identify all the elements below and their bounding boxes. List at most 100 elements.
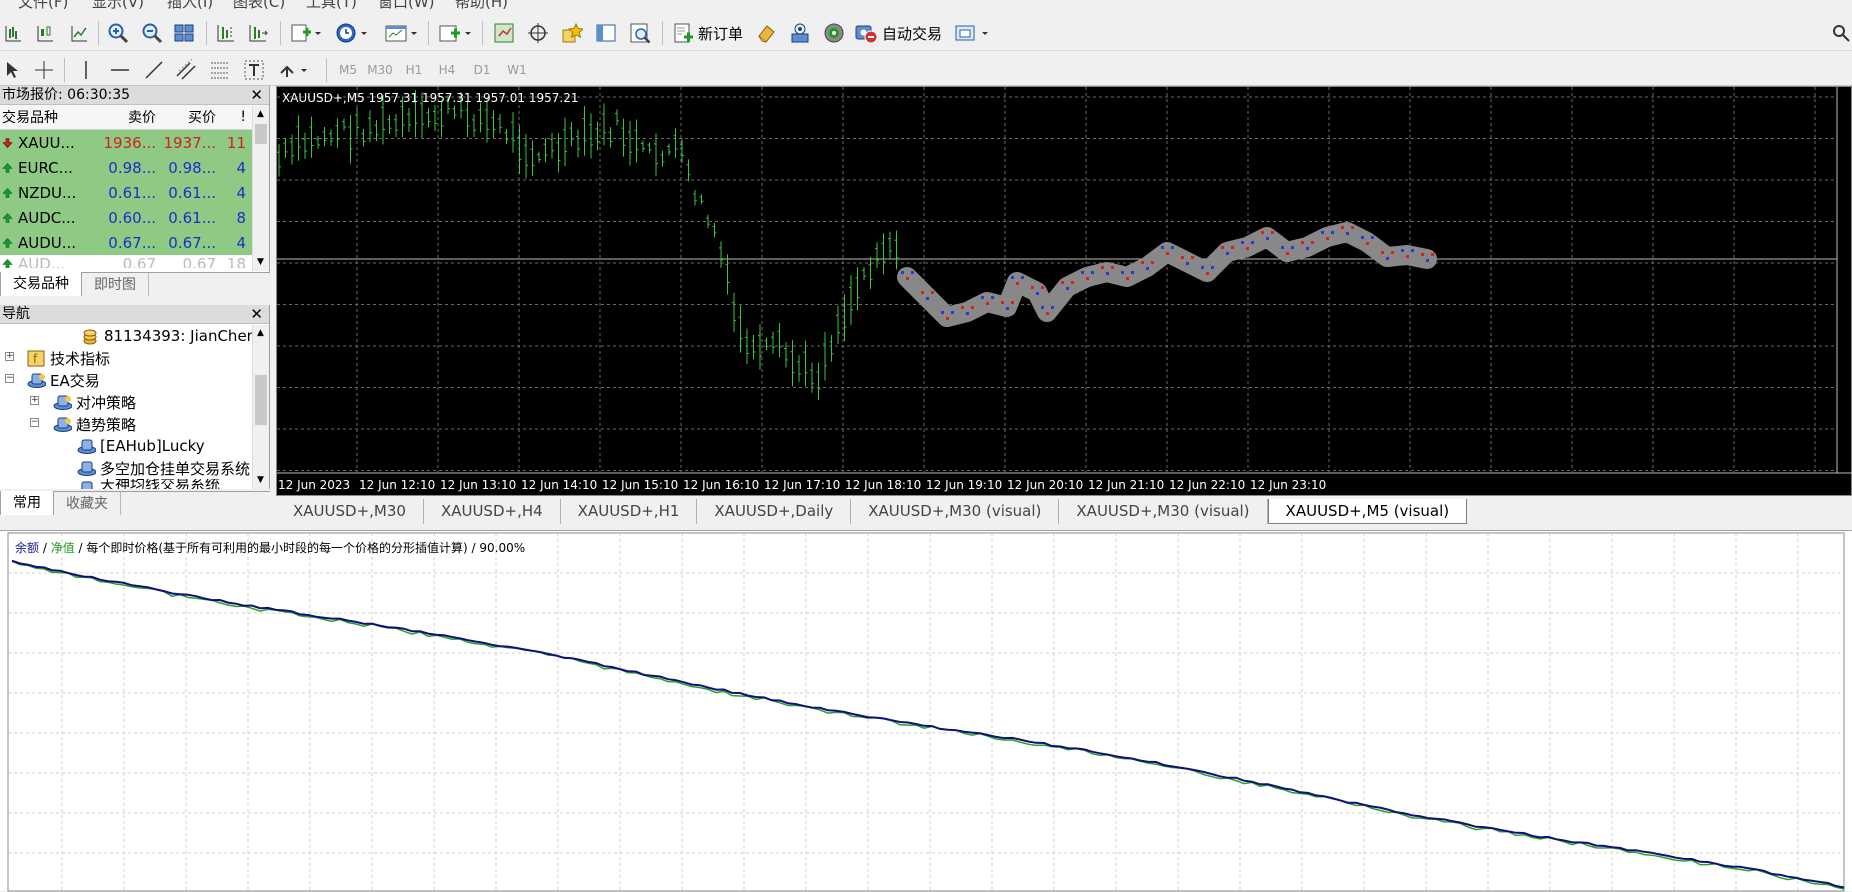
timeframe-m5[interactable]: M5 <box>333 58 363 82</box>
text-tool-icon[interactable] <box>242 58 266 82</box>
scroll-thumb[interactable] <box>255 375 267 425</box>
bar-chart-icon[interactable] <box>2 21 24 45</box>
scroll-down-icon[interactable]: ▼ <box>257 257 264 267</box>
trade-marker <box>931 291 934 294</box>
fibonacci-icon[interactable] <box>208 58 232 82</box>
trade-marker <box>1121 271 1124 274</box>
line-chart-icon[interactable] <box>68 21 90 45</box>
navigator-scrollbar[interactable]: ▲ ▼ <box>252 325 269 489</box>
signals-icon[interactable] <box>788 21 812 45</box>
zoom-in-icon[interactable] <box>106 21 130 45</box>
timeframe-h1[interactable]: H1 <box>399 58 429 82</box>
indicators-dropdown[interactable] <box>288 21 322 45</box>
trendline-icon[interactable] <box>142 58 166 82</box>
new-chart-dropdown[interactable] <box>436 21 474 45</box>
menu-help[interactable]: 帮助(H) <box>455 0 508 12</box>
scroll-up-icon[interactable]: ▲ <box>257 328 264 338</box>
trade-marker <box>1346 232 1349 235</box>
auto-trading-button[interactable]: 自动交易 <box>854 21 950 45</box>
chart-tab[interactable]: XAUUSD+,H4 <box>424 499 561 524</box>
menu-tools[interactable]: 工具(T) <box>306 0 357 12</box>
terminal-window-icon[interactable] <box>594 21 618 45</box>
search-icon[interactable] <box>1830 21 1852 45</box>
nav-indicators[interactable]: f 技术指标 <box>26 347 110 369</box>
trade-marker <box>1271 231 1274 234</box>
col-spread[interactable]: ! <box>216 109 246 125</box>
menu-view[interactable]: 显示(V) <box>92 0 144 12</box>
chart-tab[interactable]: XAUUSD+,M30 <box>276 499 424 524</box>
scroll-up-icon[interactable]: ▲ <box>257 109 264 119</box>
menu-insert[interactable]: 插入(I) <box>167 0 213 12</box>
channel-icon[interactable] <box>174 58 198 82</box>
col-symbol[interactable]: 交易品种 <box>0 107 96 127</box>
navigator-star-icon[interactable] <box>560 21 584 45</box>
periods-clock-dropdown[interactable] <box>334 21 370 45</box>
nav-expert-advisors[interactable]: EA交易 <box>26 369 100 391</box>
tab-tick-chart[interactable]: 即时图 <box>82 273 149 296</box>
zoom-out-icon[interactable] <box>140 21 164 45</box>
chart-shift-icon[interactable] <box>214 21 238 45</box>
nav-hedge-strategy[interactable]: 对冲策略 <box>52 391 136 413</box>
cursor-icon[interactable] <box>2 58 22 82</box>
close-icon[interactable]: ✕ <box>250 305 263 324</box>
data-window-crosshair-icon[interactable] <box>526 21 550 45</box>
nav-trend-strategy[interactable]: 趋势策略 <box>52 413 136 435</box>
tab-symbols[interactable]: 交易品种 <box>0 272 82 296</box>
col-ask[interactable]: 买价 <box>156 107 216 127</box>
horizontal-line-icon[interactable] <box>108 58 132 82</box>
market-globe-icon[interactable] <box>822 21 846 45</box>
expand-indicators-icon[interactable]: + <box>5 352 14 361</box>
price-chart-canvas[interactable] <box>277 87 1852 497</box>
menu-chart[interactable]: 图表(C) <box>233 0 285 12</box>
collapse-ea-icon[interactable]: − <box>5 374 14 383</box>
timeframe-d1[interactable]: D1 <box>467 58 497 82</box>
market-watch-row[interactable]: XAUU... 1936... 1937... 11 <box>0 130 269 155</box>
market-watch-row[interactable]: NZDU... 0.61... 0.61... 4 <box>0 180 269 205</box>
price-chart[interactable]: XAUUSD+,M5 1957.31 1957.31 1957.01 1957.… <box>276 86 1852 496</box>
menu-file[interactable]: 文件(F) <box>18 0 68 12</box>
tile-windows-icon[interactable] <box>172 21 196 45</box>
nav-ea-grid[interactable]: 多空加仓挂单交易系统 <box>76 457 252 479</box>
menu-window[interactable]: 窗口(W) <box>378 0 435 12</box>
scroll-down-icon[interactable]: ▼ <box>257 475 264 485</box>
market-watch-row[interactable]: AUD... 0.67 0.67 18 <box>0 255 269 268</box>
auto-scroll-icon[interactable] <box>246 21 270 45</box>
chart-tab[interactable]: XAUUSD+,Daily <box>697 499 852 524</box>
close-icon[interactable]: ✕ <box>250 86 263 105</box>
options-dropdown[interactable] <box>952 21 992 45</box>
tab-common[interactable]: 常用 <box>0 491 54 515</box>
chart-tab[interactable]: XAUUSD+,M5 (visual) <box>1267 499 1468 524</box>
market-watch-scrollbar[interactable]: ▲ ▼ <box>252 106 269 271</box>
templates-dropdown[interactable] <box>382 21 420 45</box>
market-watch-row[interactable]: EURC... 0.98... 0.98... 4 <box>0 155 269 180</box>
tab-favorites[interactable]: 收藏夹 <box>54 492 121 515</box>
nav-ea-ma[interactable]: 天神均线交易系统 <box>76 479 252 489</box>
market-watch-row[interactable]: AUDU... 0.67... 0.67... 4 <box>0 230 269 255</box>
market-watch-row[interactable]: AUDC... 0.60... 0.61... 8 <box>0 205 269 230</box>
nav-ea-lucky[interactable]: [EAHub]Lucky <box>76 435 205 457</box>
expand-hedge-icon[interactable]: + <box>30 396 39 405</box>
market-watch-icon[interactable] <box>492 21 516 45</box>
nav-account[interactable]: 81134393: JianChen <box>80 325 256 347</box>
crosshair-icon[interactable] <box>32 58 56 82</box>
candlestick-icon[interactable] <box>34 21 56 45</box>
tester-graph[interactable]: 余额 / 净值 / 每个即时价格(基于所有可利用的最小时段的每一个价格的分形插值… <box>0 530 1852 892</box>
arrows-dropdown[interactable] <box>276 58 314 82</box>
new-order-button[interactable]: 新订单 <box>672 21 746 45</box>
timeframe-h4[interactable]: H4 <box>432 58 462 82</box>
chart-tab[interactable]: XAUUSD+,H1 <box>561 499 698 524</box>
collapse-trend-icon[interactable]: − <box>30 418 39 427</box>
strategy-tester-icon[interactable] <box>628 21 652 45</box>
vertical-line-icon[interactable] <box>76 58 96 82</box>
navigator-panel: 导航 ✕ 81134393: JianChen + f 技术指标 − EA交易 … <box>0 305 270 489</box>
timeframe-w1[interactable]: W1 <box>502 58 532 82</box>
chart-tab[interactable]: XAUUSD+,M30 (visual) <box>851 499 1060 524</box>
scroll-thumb[interactable] <box>255 124 267 144</box>
metaeditor-icon[interactable] <box>754 21 778 45</box>
symbol-text: XAUU... <box>18 133 75 152</box>
time-axis-label: 12 Jun 21:10 <box>1088 478 1165 492</box>
col-bid[interactable]: 卖价 <box>96 107 156 127</box>
chart-tab[interactable]: XAUUSD+,M30 (visual) <box>1059 499 1268 524</box>
trade-marker <box>1431 253 1434 256</box>
timeframe-m30[interactable]: M30 <box>365 58 395 82</box>
